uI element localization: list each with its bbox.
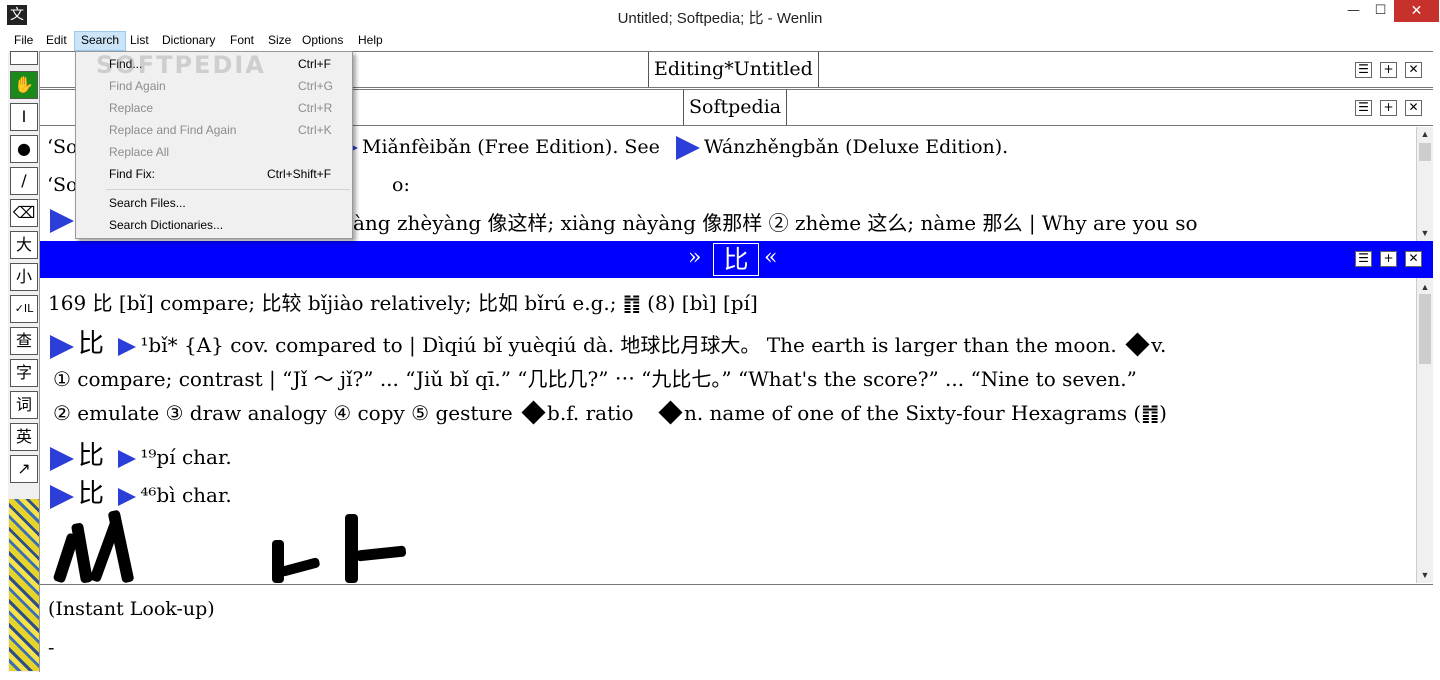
pane-close-icon[interactable]: ✕	[1405, 100, 1422, 116]
scroll-up-icon[interactable]: ▲	[1417, 127, 1433, 141]
left-toolbar: ✋ I ● ∕ ⌫ 大 小 ✓IL 查 字 词 英 ↗	[8, 51, 40, 672]
pane-menu-icon[interactable]: ☰	[1355, 100, 1372, 116]
entry-line-2: 比 ¹bǐ* {A} cov. compared to | Dìqiú bǐ y…	[50, 323, 1166, 360]
maximize-icon[interactable]: ☐	[1367, 0, 1394, 22]
doc-line-3: àng zhèyàng 像这样; xiàng nàyàng 像那样 ② zhèm…	[353, 211, 1198, 235]
doc-line-1-start: ‘So	[47, 136, 78, 158]
dot-icon[interactable]: ●	[10, 135, 38, 163]
hand-icon[interactable]: ✋	[10, 71, 38, 99]
pane-editing-title[interactable]: Editing*Untitled	[648, 52, 819, 87]
menu-size[interactable]: Size	[262, 31, 297, 51]
menu-item-replace[interactable]: Replace Ctrl+R	[76, 97, 352, 119]
menu-help[interactable]: Help	[352, 31, 389, 51]
diamond-icon	[521, 400, 546, 425]
entry-scrollbar[interactable]: ▲ ▼	[1416, 278, 1433, 583]
window-title: Untitled; Softpedia; 比 - Wenlin	[617, 10, 823, 27]
char-tool-arrow[interactable]: ↗	[10, 455, 38, 483]
pane-plus-icon[interactable]: +	[1380, 100, 1397, 116]
entry-line-5: 比 ¹⁹pí char.	[50, 435, 232, 472]
menu-font[interactable]: Font	[224, 31, 260, 51]
char-tool-check[interactable]: ✓IL	[10, 295, 38, 323]
menubar: File Edit Search List Dictionary Font Si…	[0, 31, 1440, 51]
play-link-icon[interactable]	[675, 136, 700, 160]
doc-line-3-arrow	[50, 209, 78, 233]
menu-item-find-fix[interactable]: Find Fix: Ctrl+Shift+F	[76, 163, 352, 185]
play-link-icon[interactable]	[118, 449, 137, 468]
doc-line-2-start: ‘So	[47, 174, 78, 196]
dictionary-entry[interactable]: 169 比 [bǐ] compare; 比较 bǐjiào relatively…	[40, 278, 1433, 583]
pane-plus-icon[interactable]: +	[1380, 62, 1397, 78]
softpedia-watermark: SOFTPEDIA	[96, 51, 266, 79]
prev-entry-icon[interactable]: »	[688, 245, 701, 270]
entry-line-1: 169 比 [bǐ] compare; 比较 bǐjiào relatively…	[48, 291, 758, 315]
scroll-up-icon[interactable]: ▲	[1417, 280, 1433, 294]
char-tool-zi[interactable]: 字	[10, 359, 38, 387]
toolbar-spacer	[10, 51, 38, 65]
play-link-icon[interactable]	[118, 337, 137, 356]
play-link-icon[interactable]	[50, 334, 74, 359]
play-link-icon[interactable]	[118, 487, 137, 506]
lookup-title: (Instant Look-up)	[48, 598, 215, 620]
char-tool-english[interactable]: 英	[10, 423, 38, 451]
menu-item-search-files[interactable]: Search Files...	[76, 192, 352, 214]
menu-options[interactable]: Options	[296, 31, 349, 51]
pane-plus-icon[interactable]: +	[1380, 251, 1397, 267]
menu-file[interactable]: File	[8, 31, 39, 51]
scroll-down-icon[interactable]: ▼	[1417, 568, 1433, 582]
pane-close-icon[interactable]: ✕	[1405, 62, 1422, 78]
play-link-icon[interactable]	[50, 209, 74, 233]
search-menu-dropdown: Find... Ctrl+F Find Again Ctrl+G Replace Ct…	[75, 51, 353, 239]
softpedia-scrollbar[interactable]: ▲ ▼	[1416, 127, 1433, 241]
pane-menu-icon[interactable]: ☰	[1355, 62, 1372, 78]
char-tool-small[interactable]: 小	[10, 263, 38, 291]
play-link-icon[interactable]	[50, 446, 74, 471]
pane-menu-icon[interactable]: ☰	[1355, 251, 1372, 267]
next-entry-icon[interactable]: «	[764, 245, 777, 270]
menu-item-search-dictionaries[interactable]: Search Dictionaries...	[76, 214, 352, 236]
menu-dictionary[interactable]: Dictionary	[156, 31, 221, 51]
instant-lookup-pane[interactable]: (Instant Look-up) -	[40, 584, 1433, 672]
pane-close-icon[interactable]: ✕	[1405, 251, 1422, 267]
diamond-icon	[1125, 332, 1150, 357]
lookup-cursor: -	[48, 637, 55, 659]
scroll-thumb[interactable]	[1419, 294, 1431, 364]
char-tool-ci[interactable]: 词	[10, 391, 38, 419]
decorative-pattern	[9, 499, 39, 671]
char-tool-lookup[interactable]: 查	[10, 327, 38, 355]
entry-line-4: ② emulate ③ draw analogy ④ copy ⑤ gestur…	[53, 400, 1167, 425]
doc-line-2-end: o:	[392, 174, 410, 196]
entry-line-6: 比 ⁴⁶bì char.	[50, 473, 232, 510]
minimize-icon[interactable]: —	[1340, 0, 1367, 22]
menu-item-replace-find-again[interactable]: Replace and Find Again Ctrl+K	[76, 119, 352, 141]
scroll-thumb[interactable]	[1419, 143, 1431, 161]
text-cursor-icon[interactable]: I	[10, 103, 38, 131]
close-icon[interactable]: ✕	[1394, 0, 1439, 22]
menu-item-replace-all[interactable]: Replace All	[76, 141, 352, 163]
play-link-icon[interactable]	[50, 484, 74, 509]
brush-icon[interactable]: ∕	[10, 167, 38, 195]
menu-edit[interactable]: Edit	[40, 31, 73, 51]
entry-char[interactable]: 比	[713, 243, 759, 276]
entry-line-3: ① compare; contrast | “Jǐ 〜 jǐ?” ... “Ji…	[53, 367, 1137, 391]
pane-softpedia-title[interactable]: Softpedia	[683, 90, 788, 125]
menu-separator	[106, 189, 350, 190]
diamond-icon	[658, 400, 683, 425]
menu-search[interactable]: Search	[74, 31, 127, 51]
scroll-down-icon[interactable]: ▼	[1417, 226, 1433, 240]
doc-line-1: Miǎnfèibǎn (Free Edition). See Wánzhěngb…	[340, 136, 1008, 160]
char-tool-big[interactable]: 大	[10, 231, 38, 259]
entry-title-bar: » 比 « ☰ + ✕	[40, 241, 1433, 278]
eraser-icon[interactable]: ⌫	[10, 199, 38, 227]
title-bar: 文 Untitled; Softpedia; 比 - Wenlin — ☐ ✕	[0, 0, 1440, 31]
menu-list[interactable]: List	[124, 31, 155, 51]
